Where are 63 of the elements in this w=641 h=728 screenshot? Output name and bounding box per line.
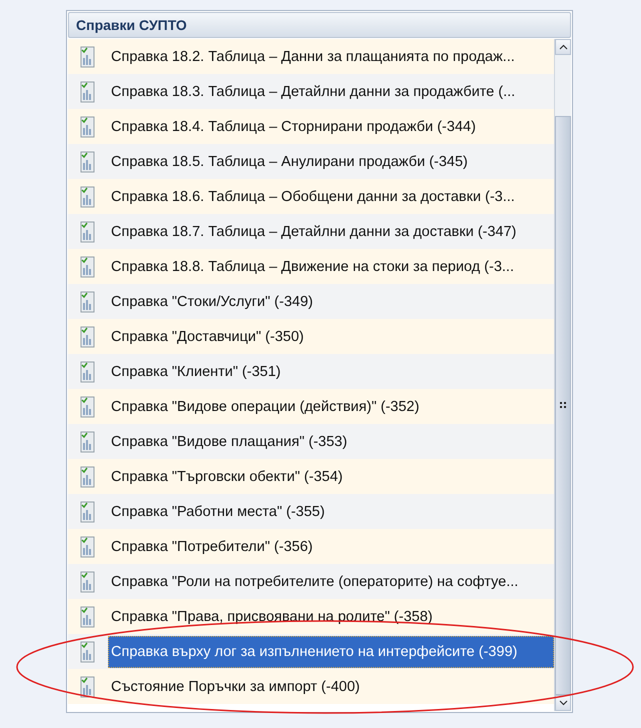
report-list-item[interactable]: Справка "Доставчици" (-350) bbox=[68, 319, 554, 354]
report-list-item[interactable]: Състояние Поръчки за импорт (-400) bbox=[68, 669, 554, 704]
report-document-icon bbox=[80, 186, 96, 208]
report-document-icon bbox=[80, 150, 96, 172]
report-document-icon bbox=[80, 116, 96, 138]
report-label: Справка "Видове плащания" (-353) bbox=[110, 432, 348, 452]
report-document-icon bbox=[80, 500, 96, 522]
report-list-item[interactable]: Справка 18.8. Таблица – Движение на стоки за период (-3... bbox=[68, 249, 554, 284]
report-list-item[interactable]: Справка 18.3. Таблица – Детайлни данни за продажбите (... bbox=[68, 74, 554, 109]
scroll-thumb[interactable] bbox=[555, 116, 571, 695]
report-list-item[interactable]: Справка "Търговски обекти" (-354) bbox=[68, 459, 554, 494]
vertical-scrollbar[interactable] bbox=[554, 39, 571, 711]
report-document-icon bbox=[80, 80, 96, 102]
report-document-icon bbox=[80, 360, 96, 382]
report-document-icon bbox=[80, 326, 96, 348]
report-document-icon bbox=[80, 676, 96, 698]
report-document-icon bbox=[80, 256, 96, 278]
report-label: Справка "Работни места" (-355) bbox=[110, 502, 326, 522]
grip-icon bbox=[560, 402, 566, 409]
report-label: Състояние Поръчки за импорт (-400) bbox=[110, 678, 361, 696]
report-label: Справка 18.2. Таблица – Данни за плащанията по продаж... bbox=[110, 48, 516, 66]
report-list-item[interactable]: Справка "Видове плащания" (-353) bbox=[68, 424, 554, 459]
report-document-icon bbox=[80, 290, 96, 312]
report-document-icon bbox=[80, 396, 96, 418]
report-label: Справка 18.7. Таблица – Детайлни данни за доставки (-347) bbox=[110, 222, 518, 242]
report-document-icon bbox=[80, 466, 96, 488]
report-list-item[interactable]: Справка "Стоки/Услуги" (-349) bbox=[68, 284, 554, 319]
report-list-item[interactable]: Справка "Потребители" (-356) bbox=[68, 529, 554, 564]
report-document-icon bbox=[80, 430, 96, 452]
chevron-down-icon bbox=[558, 700, 568, 706]
report-list-item[interactable]: Справка "Клиенти" (-351) bbox=[68, 354, 554, 389]
report-list-item[interactable]: Справка "Работни места" (-355) bbox=[68, 494, 554, 529]
report-list-item[interactable]: Справка върху лог за изпълнението на интерфейсите (-399) bbox=[68, 634, 554, 669]
report-label: Справка 18.6. Таблица – Обобщени данни за доставки (-3... bbox=[110, 188, 516, 206]
report-list-item[interactable]: Справка 18.5. Таблица – Анулирани продажби (-345) bbox=[68, 144, 554, 179]
report-document-icon bbox=[80, 46, 96, 68]
report-label: Справка 18.4. Таблица – Сторнирани продажби (-344) bbox=[110, 118, 477, 136]
report-list-item[interactable]: Справка 18.7. Таблица – Детайлни данни за доставки (-347) bbox=[68, 214, 554, 249]
report-label: Справка "Потребители" (-356) bbox=[110, 538, 314, 556]
report-label: Справка върху лог за изпълнението на интерфейсите (-399) bbox=[108, 636, 554, 668]
report-list-item[interactable]: Справка "Роли на потребителите (операторите) на софтуе... bbox=[68, 564, 554, 599]
report-label: Справка "Клиенти" (-351) bbox=[110, 362, 282, 382]
report-label: Справка "Стоки/Услуги" (-349) bbox=[110, 292, 314, 312]
chevron-up-icon bbox=[558, 44, 568, 50]
report-list-item[interactable]: Справка 18.6. Таблица – Обобщени данни за доставки (-3... bbox=[68, 179, 554, 214]
panel-title: Справки СУПТО bbox=[76, 17, 187, 33]
report-list-item[interactable]: Справка 18.2. Таблица – Данни за плащанията по продаж... bbox=[68, 39, 554, 74]
report-label: Справка 18.5. Таблица – Анулирани продажби (-345) bbox=[110, 152, 469, 172]
report-label: Справка "Роли на потребителите (операторите) на софтуе... bbox=[110, 572, 520, 592]
report-label: Справка 18.8. Таблица – Движение на стоки за период (-3... bbox=[110, 258, 515, 276]
report-document-icon bbox=[80, 536, 96, 558]
report-label: Справка 18.3. Таблица – Детайлни данни за продажбите (... bbox=[110, 82, 516, 102]
report-label: Справка "Видове операции (действия)" (-352) bbox=[110, 398, 420, 416]
scroll-down-button[interactable] bbox=[555, 695, 571, 711]
report-document-icon bbox=[80, 220, 96, 242]
report-label: Справка "Търговски обекти" (-354) bbox=[110, 468, 344, 486]
report-label: Справка "Доставчици" (-350) bbox=[110, 328, 305, 346]
report-document-icon bbox=[80, 606, 96, 628]
scroll-up-button[interactable] bbox=[555, 39, 571, 55]
report-list-item[interactable]: Справка 18.4. Таблица – Сторнирани продажби (-344) bbox=[68, 109, 554, 144]
report-document-icon bbox=[80, 640, 96, 662]
report-list-item[interactable]: Справка "Видове операции (действия)" (-352) bbox=[68, 389, 554, 424]
report-document-icon bbox=[80, 570, 96, 592]
